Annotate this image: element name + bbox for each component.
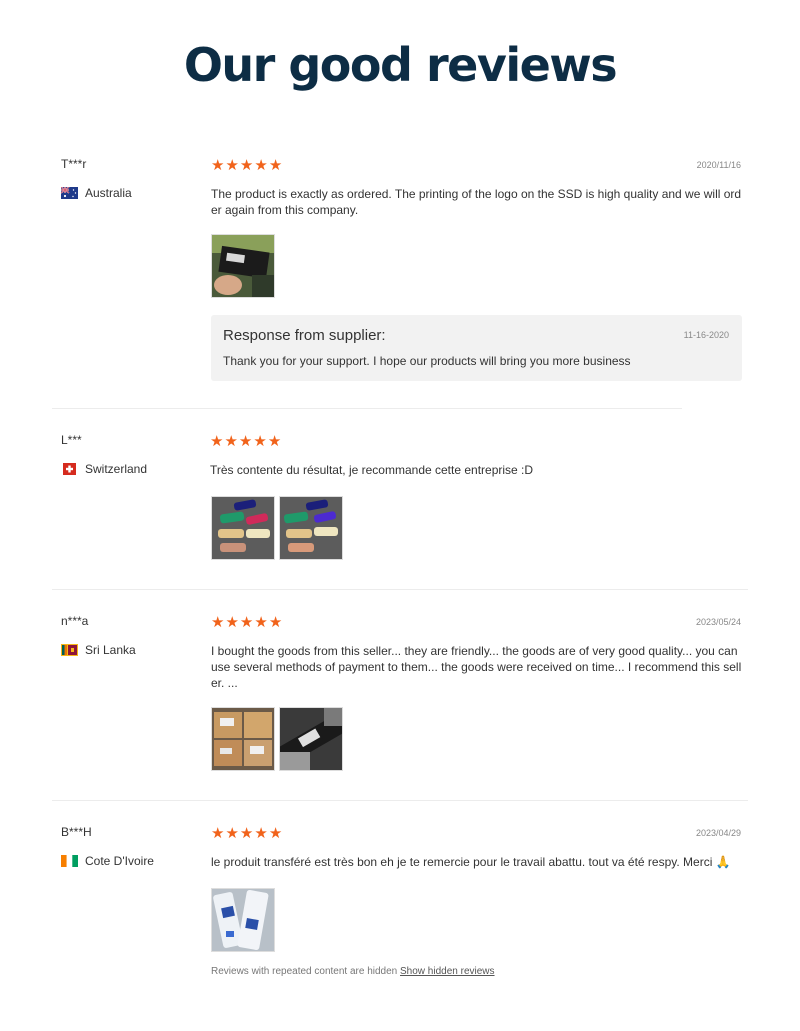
divider [52, 408, 682, 409]
reviewer-country: Australia [61, 186, 132, 200]
australia-flag-icon [61, 187, 78, 199]
page-title: Our good reviews [183, 38, 618, 92]
star-icon: ★ [225, 613, 239, 631]
response-date: 11-16-2020 [683, 330, 729, 340]
reviewer-country: Sri Lanka [61, 643, 136, 657]
star-rating: ★ ★ ★ ★ ★ [211, 156, 283, 174]
star-icon: ★ [239, 156, 254, 174]
review-item: B***H Cote D'Ivoire ★ ★ ★ ★ ★ 2023/04/29 le … [0, 825, 800, 955]
star-icon: ★ [268, 824, 283, 842]
country-label: Switzerland [85, 462, 148, 476]
hidden-reviews-text: Reviews with repeated content are hidden [211, 966, 398, 977]
reviewer-country: Cote D'Ivoire [61, 854, 154, 868]
star-icon: ★ [254, 156, 268, 174]
country-label: Sri Lanka [85, 643, 136, 657]
star-icon: ★ [210, 432, 224, 450]
review-image-thumbnail[interactable] [279, 496, 343, 560]
review-date: 2023/04/29 [695, 828, 741, 838]
review-date: 2020/11/16 [696, 160, 741, 170]
review-date: 2023/05/24 [695, 617, 741, 627]
hidden-reviews-notice: Reviews with repeated content are hidden… [211, 966, 495, 977]
reviewer-name: L*** [61, 433, 82, 447]
star-icon: ★ [211, 156, 225, 174]
cote-divoire-flag-icon [61, 855, 78, 867]
reviewer-name: T***r [61, 157, 87, 171]
divider [52, 589, 748, 590]
star-icon: ★ [254, 613, 268, 631]
reviewer-name: B***H [61, 825, 92, 839]
star-icon: ★ [211, 613, 225, 631]
country-label: Cote D'Ivoire [85, 854, 154, 868]
reviewer-country: Switzerland [61, 462, 147, 476]
divider [52, 800, 748, 801]
review-item: n***a Sri Lanka ★ ★ ★ ★ ★ 2023/05/24 I bough… [0, 614, 800, 784]
review-text: The product is exactly as ordered. The p… [211, 187, 742, 217]
star-icon: ★ [254, 824, 268, 842]
review-text: I bought the goods from this seller... t… [211, 644, 742, 690]
star-icon: ★ [239, 613, 254, 631]
review-text: le produit transféré est très bon eh je … [211, 855, 731, 869]
review-item: T***r Australia ★ ★ ★ ★ ★ 2020/11/16 The pro… [0, 157, 800, 387]
star-icon: ★ [238, 432, 253, 450]
star-rating: ★ ★ ★ ★ ★ [211, 613, 283, 631]
star-rating: ★ ★ ★ ★ ★ [210, 432, 282, 450]
country-label: Australia [85, 186, 132, 200]
star-icon: ★ [225, 824, 239, 842]
star-icon: ★ [225, 156, 239, 174]
review-image-thumbnail[interactable] [279, 707, 343, 771]
review-item: L*** Switzerland ★ ★ ★ ★ ★ Très contente du … [0, 433, 800, 573]
review-image-thumbnail[interactable] [211, 707, 275, 771]
show-hidden-reviews-link[interactable]: Show hidden reviews [400, 966, 495, 977]
review-images [211, 888, 275, 952]
star-icon: ★ [211, 824, 225, 842]
review-images [211, 234, 275, 298]
review-images [211, 496, 343, 560]
review-text: Très contente du résultat, je recommande… [210, 463, 534, 477]
review-image-thumbnail[interactable] [211, 234, 275, 298]
response-title: Response from supplier: [223, 327, 386, 344]
switzerland-flag-icon [63, 463, 76, 475]
star-icon: ★ [268, 156, 283, 174]
reviewer-name: n***a [61, 614, 89, 628]
review-images [211, 707, 343, 771]
sri-lanka-flag-icon [61, 644, 78, 656]
response-text: Thank you for your support. I hope our p… [223, 354, 631, 368]
star-rating: ★ ★ ★ ★ ★ [211, 824, 283, 842]
star-icon: ★ [267, 432, 282, 450]
supplier-response: Response from supplier: 11-16-2020 Thank… [211, 315, 742, 381]
star-icon: ★ [239, 824, 254, 842]
star-icon: ★ [253, 432, 267, 450]
review-image-thumbnail[interactable] [211, 888, 275, 952]
star-icon: ★ [268, 613, 283, 631]
review-image-thumbnail[interactable] [211, 496, 275, 560]
star-icon: ★ [224, 432, 238, 450]
